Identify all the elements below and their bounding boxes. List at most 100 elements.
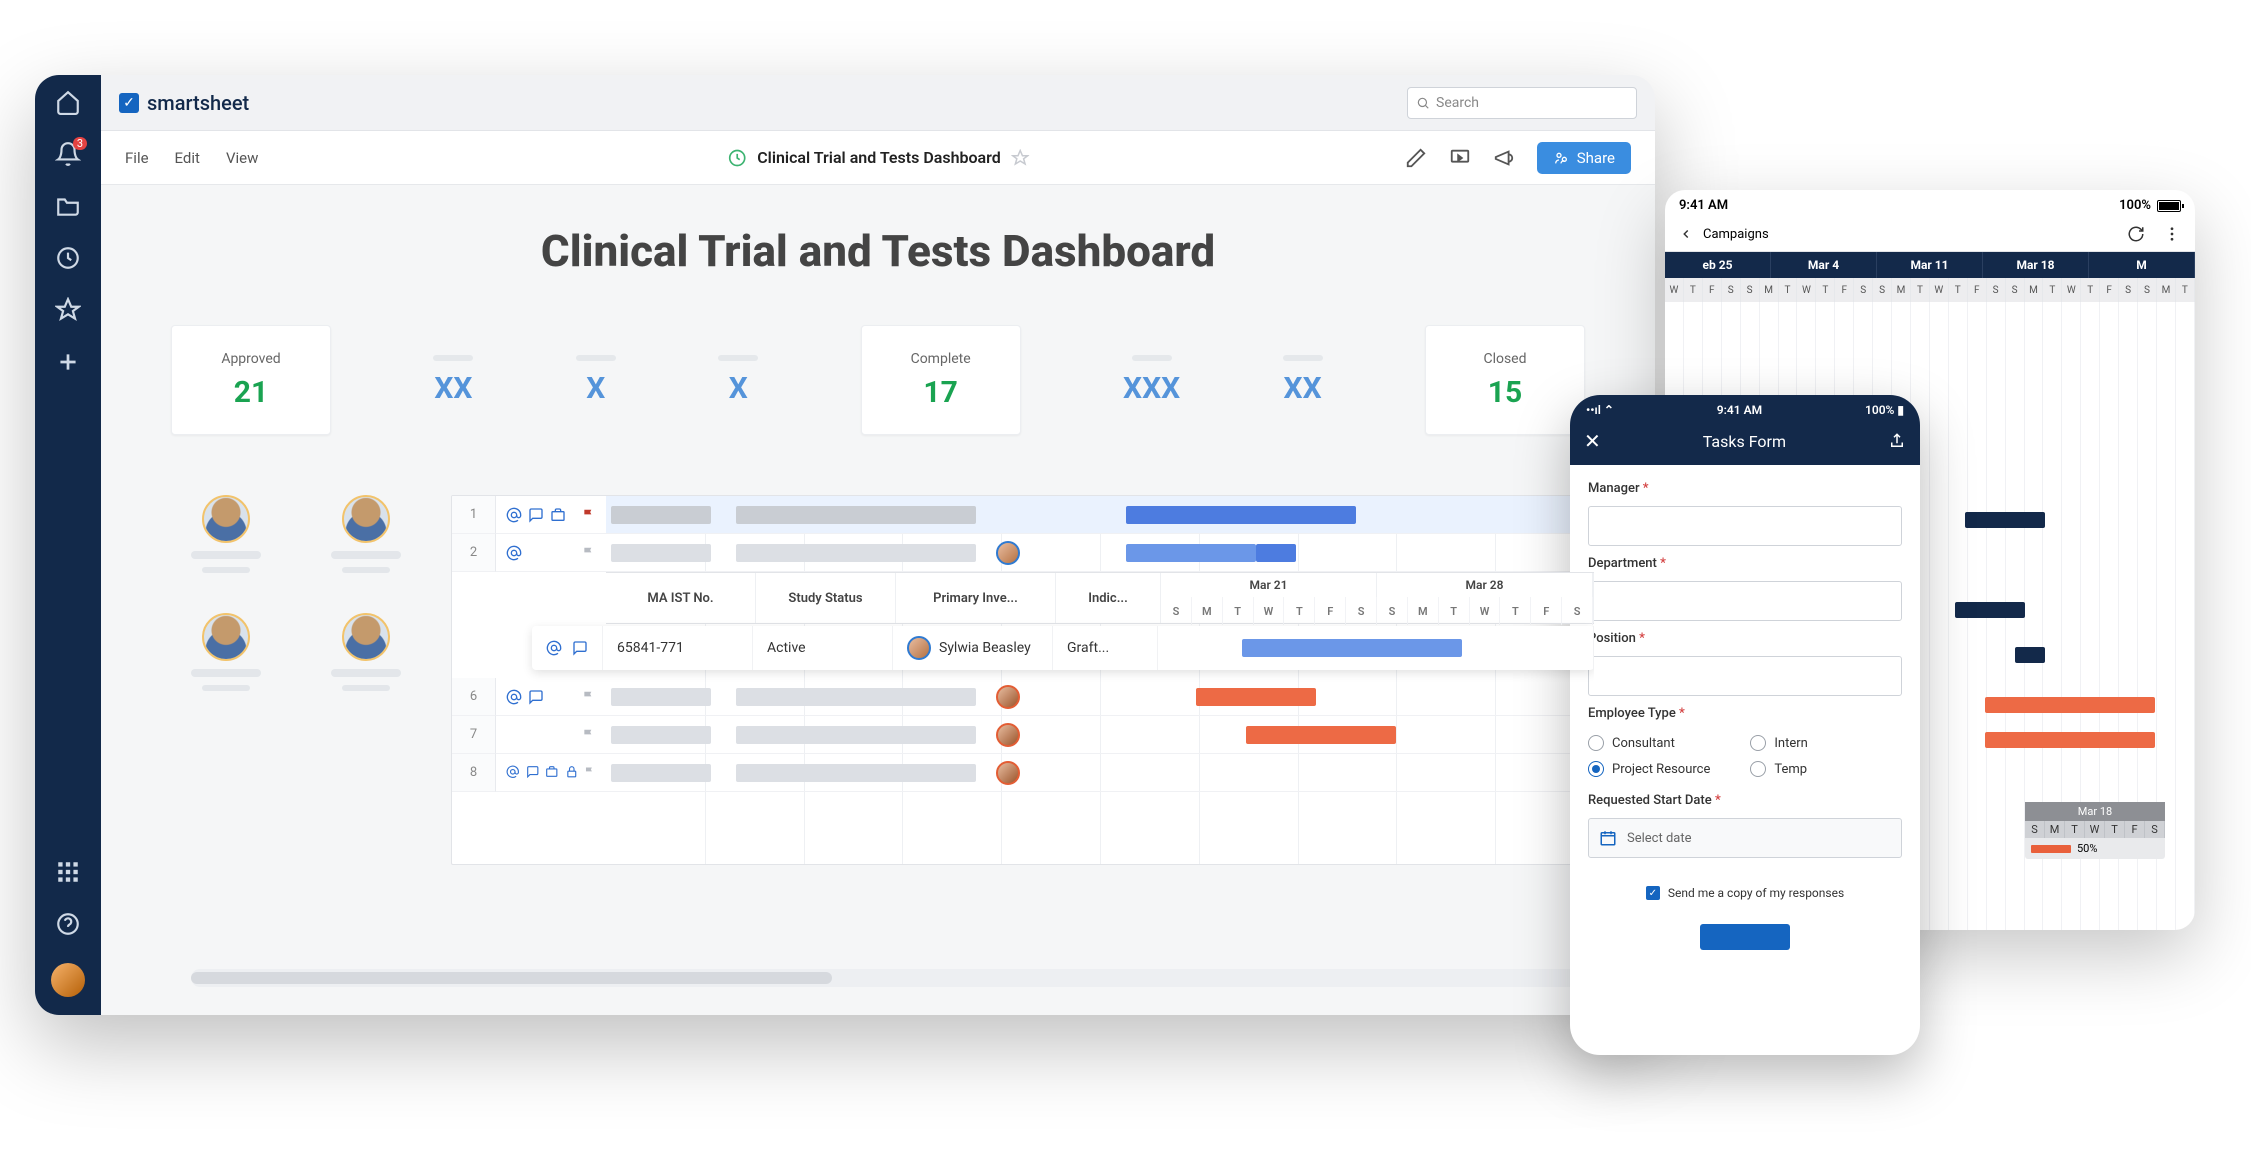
recent-icon[interactable] (55, 245, 81, 271)
avatar-icon (996, 541, 1020, 565)
kpi-card-closed: Closed15 (1425, 325, 1585, 435)
avatar-icon (342, 613, 390, 661)
col-maist[interactable]: MA IST No. (606, 573, 756, 623)
add-icon[interactable] (55, 349, 81, 375)
brand-logo-icon (119, 93, 139, 113)
comment-icon[interactable] (528, 507, 544, 523)
row-number[interactable]: 8 (452, 754, 496, 792)
close-icon[interactable]: ✕ (1584, 429, 1601, 453)
megaphone-icon[interactable] (1493, 147, 1515, 169)
kpi-ghost: XX (433, 355, 473, 406)
row-number[interactable]: 2 (452, 534, 496, 572)
gantt-bar[interactable] (1955, 602, 2025, 618)
share-label: Share (1577, 149, 1615, 167)
comment-icon[interactable] (526, 765, 540, 781)
star-icon[interactable] (55, 297, 81, 323)
phone-title: Tasks Form (1601, 432, 1888, 451)
department-field[interactable] (1588, 581, 1902, 621)
date-picker[interactable]: Select date (1588, 818, 1902, 858)
briefcase-icon[interactable] (550, 507, 566, 523)
help-icon[interactable] (55, 911, 81, 937)
kpi-ghost: XX (1283, 355, 1323, 406)
present-icon[interactable] (1449, 147, 1471, 169)
phone-window: ••ıl ⌃ 9:41 AM 100% ▮ ✕ Tasks Form Manag… (1570, 395, 1920, 1055)
avatar-icon (907, 636, 931, 660)
mention-icon[interactable] (506, 507, 522, 523)
person-card[interactable] (311, 495, 421, 573)
submit-button[interactable] (1700, 924, 1790, 950)
label-department: Department * (1588, 556, 1902, 571)
briefcase-icon[interactable] (545, 765, 559, 781)
menu-view[interactable]: View (226, 149, 258, 167)
content-area: Clinical Trial and Tests Dashboard Appro… (101, 185, 1655, 1015)
avatar-icon (342, 495, 390, 543)
person-card[interactable] (171, 495, 281, 573)
topbar: smartsheet Search (101, 75, 1655, 131)
col-indic[interactable]: Indic... (1056, 573, 1161, 623)
share-icon[interactable] (1888, 432, 1906, 450)
gantt-bar[interactable] (1965, 512, 2045, 528)
back-icon[interactable] (1679, 227, 1693, 241)
flag-icon[interactable] (582, 690, 596, 704)
share-button[interactable]: Share (1537, 142, 1631, 174)
radio-temp[interactable]: Temp (1750, 761, 1807, 777)
search-input[interactable]: Search (1407, 87, 1637, 119)
radio-intern[interactable]: Intern (1750, 735, 1807, 751)
person-card[interactable] (171, 613, 281, 691)
avatar-icon (202, 495, 250, 543)
pencil-icon[interactable] (1405, 147, 1427, 169)
gantt-bar[interactable] (1985, 697, 2155, 713)
mention-icon (546, 640, 562, 656)
col-status[interactable]: Study Status (756, 573, 896, 623)
more-icon[interactable] (2163, 225, 2181, 243)
flag-icon[interactable] (582, 546, 596, 560)
brand[interactable]: smartsheet (119, 91, 249, 115)
scrollbar-thumb[interactable] (191, 972, 832, 984)
doc-title[interactable]: Clinical Trial and Tests Dashboard (757, 148, 1001, 167)
radio-consultant[interactable]: Consultant (1588, 735, 1710, 751)
gantt-grid[interactable]: 1 2 MA IST No. Study Status Primary Inve… (451, 495, 1595, 865)
menu-edit[interactable]: Edit (175, 149, 200, 167)
search-placeholder: Search (1436, 95, 1479, 111)
person-card[interactable] (311, 613, 421, 691)
row-number[interactable]: 6 (452, 678, 496, 716)
grid-column-header: MA IST No. Study Status Primary Inve... … (606, 572, 1594, 624)
label-manager: Manager * (1588, 481, 1902, 496)
lock-icon[interactable] (565, 765, 579, 781)
row-number[interactable]: 7 (452, 716, 496, 754)
avatar-icon (202, 613, 250, 661)
flag-icon[interactable] (582, 508, 596, 522)
manager-field[interactable] (1588, 506, 1902, 546)
comment-icon[interactable] (528, 689, 544, 705)
user-avatar[interactable] (51, 963, 85, 997)
hover-tooltip: Mar 18 SMTWTFS 50% (2025, 802, 2165, 859)
home-icon[interactable] (55, 89, 81, 115)
gantt-bar[interactable] (1985, 732, 2155, 748)
apps-icon[interactable] (55, 859, 81, 885)
label-employee-type: Employee Type * (1588, 706, 1902, 721)
folder-icon[interactable] (55, 193, 81, 219)
row-focus-card[interactable]: 65841-771 Active Sylwia Beasley Graft... (532, 626, 1594, 670)
kpi-card-approved: Approved21 (171, 325, 331, 435)
mention-icon[interactable] (506, 765, 520, 781)
flag-icon[interactable] (582, 728, 596, 742)
horizontal-scrollbar[interactable] (191, 969, 1615, 987)
mention-icon[interactable] (506, 689, 522, 705)
gantt-bar[interactable] (2015, 647, 2045, 663)
position-field[interactable] (1588, 656, 1902, 696)
row-number[interactable]: 1 (452, 496, 496, 534)
refresh-icon[interactable] (2127, 225, 2145, 243)
menu-file[interactable]: File (125, 149, 149, 167)
tablet-crumb[interactable]: Campaigns (1703, 227, 1769, 242)
col-pi[interactable]: Primary Inve... (896, 573, 1056, 623)
radio-project-resource[interactable]: Project Resource (1588, 761, 1710, 777)
bell-icon[interactable]: 3 (55, 141, 81, 167)
tablet-time: 9:41 AM (1679, 198, 1728, 213)
copy-responses-row[interactable]: ✓Send me a copy of my responses (1588, 886, 1902, 900)
flag-icon[interactable] (584, 766, 596, 780)
star-outline-icon[interactable] (1011, 149, 1029, 167)
avatar-icon (996, 761, 1020, 785)
mention-icon[interactable] (506, 545, 522, 561)
kpi-ghost: X (576, 355, 616, 406)
avatar-icon (996, 685, 1020, 709)
